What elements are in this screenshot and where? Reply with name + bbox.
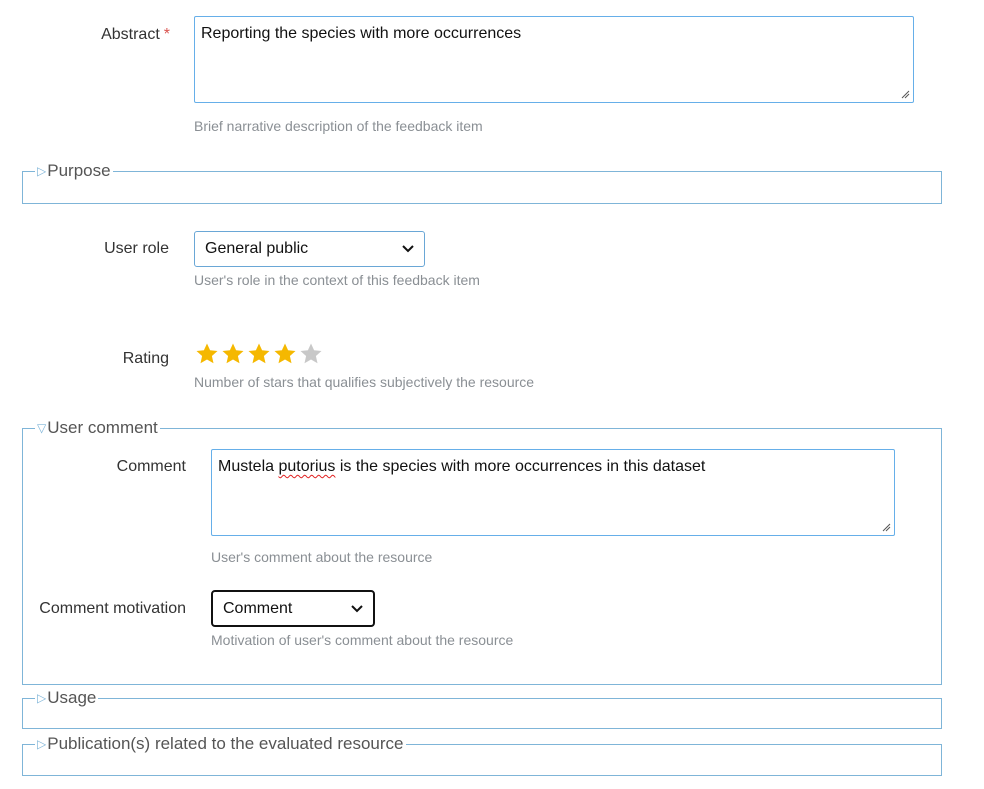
star-icon[interactable] (299, 342, 323, 366)
star-icon[interactable] (195, 342, 219, 366)
chevron-down-icon (351, 604, 363, 612)
comment-motivation-label: Comment motivation (39, 600, 186, 617)
publications-legend[interactable]: ▷ Publication(s) related to the evaluate… (35, 734, 406, 754)
publications-fieldset: ▷ Publication(s) related to the evaluate… (22, 734, 942, 776)
usage-legend[interactable]: ▷ Usage (35, 688, 99, 708)
comment-textarea[interactable]: Mustela putorius is the species with mor… (211, 449, 895, 536)
comment-help: User's comment about the resource (211, 549, 433, 565)
user-role-select[interactable]: General public (194, 231, 425, 267)
triangle-right-icon: ▷ (37, 164, 47, 178)
comment-label: Comment (116, 458, 186, 475)
resize-grip-icon[interactable] (881, 522, 891, 532)
required-marker: * (163, 26, 170, 43)
star-icon[interactable] (273, 342, 297, 366)
resize-grip-icon[interactable] (900, 89, 910, 99)
star-icon[interactable] (247, 342, 271, 366)
rating-stars[interactable] (195, 342, 325, 366)
purpose-legend[interactable]: ▷ Purpose (35, 161, 113, 181)
comment-motivation-selected: Comment (223, 599, 293, 617)
abstract-label: Abstract * (101, 26, 170, 43)
user-role-label: User role (104, 240, 169, 257)
triangle-right-icon: ▷ (37, 737, 47, 751)
chevron-down-icon (402, 245, 414, 253)
star-icon[interactable] (221, 342, 245, 366)
comment-value-post: is the species with more occurrences in … (335, 458, 706, 475)
comment-motivation-help: Motivation of user's comment about the r… (211, 632, 514, 648)
rating-help: Number of stars that qualifies subjectiv… (194, 374, 535, 390)
comment-value-pre: Mustela (218, 458, 279, 475)
user-role-help: User's role in the context of this feedb… (194, 272, 480, 288)
abstract-help: Brief narrative description of the feedb… (194, 118, 483, 134)
rating-label: Rating (122, 350, 169, 367)
usage-fieldset: ▷ Usage (22, 688, 942, 729)
triangle-right-icon: ▷ (37, 691, 47, 705)
comment-motivation-select[interactable]: Comment (211, 590, 375, 627)
abstract-textarea[interactable]: Reporting the species with more occurren… (194, 16, 914, 103)
abstract-value: Reporting the species with more occurren… (201, 25, 522, 42)
user-comment-legend[interactable]: ▽ User comment (35, 418, 160, 438)
user-role-selected: General public (205, 240, 309, 257)
misspelled-word[interactable]: putorius (278, 458, 335, 475)
purpose-fieldset: ▷ Purpose (22, 161, 942, 204)
triangle-down-icon: ▽ (37, 421, 47, 435)
